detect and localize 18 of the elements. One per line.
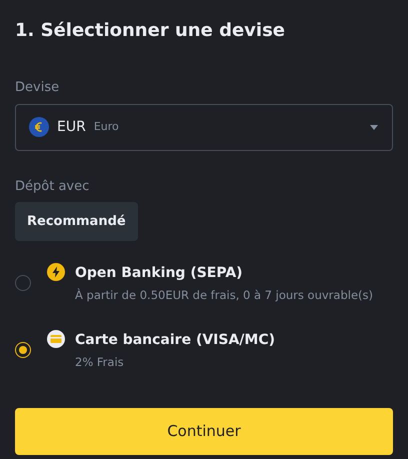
euro-coin-icon	[29, 117, 49, 137]
currency-name: Euro	[94, 118, 119, 135]
radio-button[interactable]	[15, 342, 31, 358]
method-name: Open Banking (SEPA)	[75, 264, 244, 283]
currency-code: EUR	[57, 118, 86, 136]
field-label: Devise	[15, 79, 60, 97]
currency-select[interactable]: EUR Euro	[15, 104, 393, 150]
method-name: Carte bancaire (VISA/MC)	[75, 331, 276, 350]
field-label: Dépôt avec	[15, 178, 90, 196]
method-detail: 2% Frais	[75, 354, 125, 372]
lightning-icon	[47, 263, 65, 281]
caret-icon	[370, 124, 378, 130]
section-title: 1. Sélectionner une devise	[15, 19, 286, 43]
continue-button[interactable]: Continuer	[15, 408, 393, 454]
filter-tab[interactable]: Recommandé	[15, 202, 138, 241]
method-detail: À partir de 0.50EUR de frais, 0 à 7 jours ouvrable(s)	[75, 287, 373, 304]
radio-button[interactable]	[15, 275, 31, 291]
card-icon	[47, 330, 65, 348]
